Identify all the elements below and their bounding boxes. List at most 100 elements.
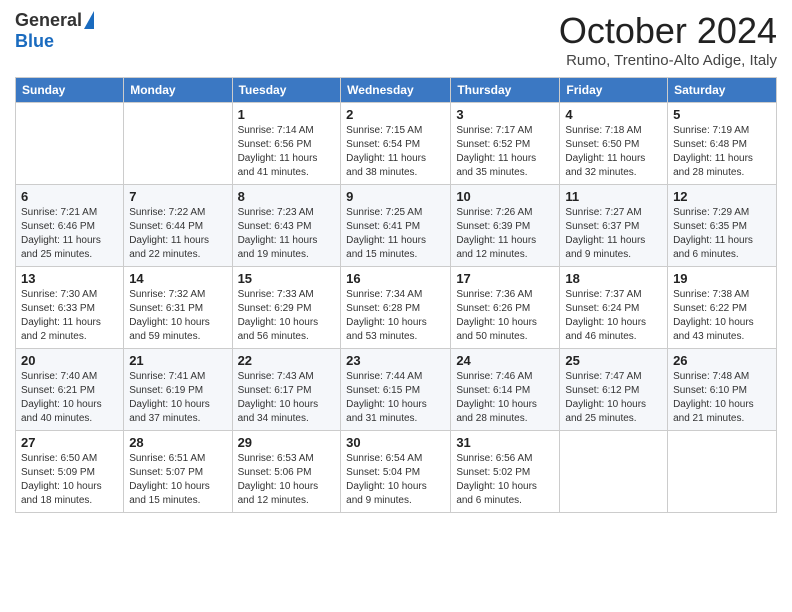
calendar-week-row: 20Sunrise: 7:40 AMSunset: 6:21 PMDayligh… [16, 349, 777, 431]
col-saturday: Saturday [668, 78, 777, 103]
col-tuesday: Tuesday [232, 78, 341, 103]
calendar-week-row: 27 Sunrise: 6:50 AMSunset: 5:09 PMDayligh… [16, 431, 777, 513]
day-number: 22 [238, 353, 336, 368]
table-row: 27 Sunrise: 6:50 AMSunset: 5:09 PMDayligh… [16, 431, 124, 513]
col-monday: Monday [124, 78, 232, 103]
table-row: 7 Sunrise: 7:22 AMSunset: 6:44 PMDaylight… [124, 185, 232, 267]
day-info: Sunrise: 7:44 AMSunset: 6:15 PMDaylight:… [346, 370, 445, 426]
table-row: 28Sunrise: 6:51 AMSunset: 5:07 PMDayligh… [124, 431, 232, 513]
day-number: 6 [21, 189, 118, 204]
day-number: 9 [346, 189, 445, 204]
table-row: 14Sunrise: 7:32 AMSunset: 6:31 PMDayligh… [124, 267, 232, 349]
day-info: Sunrise: 7:25 AMSunset: 6:41 PMDaylight:… [346, 206, 445, 262]
table-row: 9 Sunrise: 7:25 AMSunset: 6:41 PMDaylight… [341, 185, 451, 267]
day-info: Sunrise: 7:40 AMSunset: 6:21 PMDaylight:… [21, 370, 118, 426]
table-row [560, 431, 668, 513]
day-number: 19 [673, 271, 771, 286]
day-number: 10 [456, 189, 554, 204]
day-number: 11 [565, 189, 662, 204]
day-number: 5 [673, 107, 771, 122]
header: General Blue October 2024 Rumo, Trentino… [15, 10, 777, 69]
day-info: Sunrise: 7:27 AMSunset: 6:37 PMDaylight:… [565, 206, 662, 262]
day-info: Sunrise: 7:17 AMSunset: 6:52 PMDaylight:… [456, 124, 554, 180]
day-info: Sunrise: 7:30 AMSunset: 6:33 PMDaylight:… [21, 288, 118, 344]
day-info: Sunrise: 7:37 AMSunset: 6:24 PMDaylight:… [565, 288, 662, 344]
table-row [124, 103, 232, 185]
day-info: Sunrise: 6:50 AMSunset: 5:09 PMDaylight:… [21, 452, 118, 508]
table-row [668, 431, 777, 513]
table-row: 1 Sunrise: 7:14 AMSunset: 6:56 PMDaylight… [232, 103, 341, 185]
col-thursday: Thursday [451, 78, 560, 103]
day-info: Sunrise: 7:23 AMSunset: 6:43 PMDaylight:… [238, 206, 336, 262]
logo: General Blue [15, 10, 94, 52]
table-row: 4Sunrise: 7:18 AMSunset: 6:50 PMDaylight… [560, 103, 668, 185]
table-row: 6 Sunrise: 7:21 AMSunset: 6:46 PMDaylight… [16, 185, 124, 267]
day-info: Sunrise: 7:22 AMSunset: 6:44 PMDaylight:… [129, 206, 226, 262]
logo-general-text: General [15, 10, 82, 31]
day-info: Sunrise: 7:19 AMSunset: 6:48 PMDaylight:… [673, 124, 771, 180]
day-info: Sunrise: 7:34 AMSunset: 6:28 PMDaylight:… [346, 288, 445, 344]
col-wednesday: Wednesday [341, 78, 451, 103]
day-number: 21 [129, 353, 226, 368]
day-number: 18 [565, 271, 662, 286]
table-row [16, 103, 124, 185]
table-row: 10 Sunrise: 7:26 AMSunset: 6:39 PMDayligh… [451, 185, 560, 267]
day-info: Sunrise: 7:33 AMSunset: 6:29 PMDaylight:… [238, 288, 336, 344]
table-row: 25 Sunrise: 7:47 AMSunset: 6:12 PMDayligh… [560, 349, 668, 431]
day-info: Sunrise: 7:14 AMSunset: 6:56 PMDaylight:… [238, 124, 336, 180]
page: General Blue October 2024 Rumo, Trentino… [0, 0, 792, 523]
day-number: 23 [346, 353, 445, 368]
day-number: 29 [238, 435, 336, 450]
logo-blue-text: Blue [15, 31, 54, 52]
day-info: Sunrise: 6:54 AMSunset: 5:04 PMDaylight:… [346, 452, 445, 508]
day-info: Sunrise: 7:36 AMSunset: 6:26 PMDaylight:… [456, 288, 554, 344]
day-info: Sunrise: 7:38 AMSunset: 6:22 PMDaylight:… [673, 288, 771, 344]
day-number: 16 [346, 271, 445, 286]
table-row: 17 Sunrise: 7:36 AMSunset: 6:26 PMDayligh… [451, 267, 560, 349]
day-number: 31 [456, 435, 554, 450]
day-number: 7 [129, 189, 226, 204]
day-number: 24 [456, 353, 554, 368]
day-number: 13 [21, 271, 118, 286]
table-row: 22 Sunrise: 7:43 AMSunset: 6:17 PMDayligh… [232, 349, 341, 431]
table-row: 23 Sunrise: 7:44 AMSunset: 6:15 PMDayligh… [341, 349, 451, 431]
day-number: 28 [129, 435, 226, 450]
table-row: 8 Sunrise: 7:23 AMSunset: 6:43 PMDaylight… [232, 185, 341, 267]
table-row: 19 Sunrise: 7:38 AMSunset: 6:22 PMDayligh… [668, 267, 777, 349]
location-subtitle: Rumo, Trentino-Alto Adige, Italy [559, 52, 777, 69]
day-number: 27 [21, 435, 118, 450]
day-number: 17 [456, 271, 554, 286]
calendar-week-row: 6 Sunrise: 7:21 AMSunset: 6:46 PMDaylight… [16, 185, 777, 267]
day-info: Sunrise: 7:21 AMSunset: 6:46 PMDaylight:… [21, 206, 118, 262]
day-info: Sunrise: 7:32 AMSunset: 6:31 PMDaylight:… [129, 288, 226, 344]
day-info: Sunrise: 6:53 AMSunset: 5:06 PMDaylight:… [238, 452, 336, 508]
day-info: Sunrise: 7:46 AMSunset: 6:14 PMDaylight:… [456, 370, 554, 426]
table-row: 30 Sunrise: 6:54 AMSunset: 5:04 PMDayligh… [341, 431, 451, 513]
day-number: 25 [565, 353, 662, 368]
table-row: 31 Sunrise: 6:56 AMSunset: 5:02 PMDayligh… [451, 431, 560, 513]
day-info: Sunrise: 7:47 AMSunset: 6:12 PMDaylight:… [565, 370, 662, 426]
table-row: 5 Sunrise: 7:19 AMSunset: 6:48 PMDaylight… [668, 103, 777, 185]
day-info: Sunrise: 7:48 AMSunset: 6:10 PMDaylight:… [673, 370, 771, 426]
day-number: 26 [673, 353, 771, 368]
day-number: 3 [456, 107, 554, 122]
calendar-header-row: Sunday Monday Tuesday Wednesday Thursday… [16, 78, 777, 103]
day-number: 12 [673, 189, 771, 204]
table-row: 3 Sunrise: 7:17 AMSunset: 6:52 PMDaylight… [451, 103, 560, 185]
table-row: 29 Sunrise: 6:53 AMSunset: 5:06 PMDayligh… [232, 431, 341, 513]
table-row: 13 Sunrise: 7:30 AMSunset: 6:33 PMDayligh… [16, 267, 124, 349]
col-friday: Friday [560, 78, 668, 103]
day-info: Sunrise: 7:26 AMSunset: 6:39 PMDaylight:… [456, 206, 554, 262]
day-number: 1 [238, 107, 336, 122]
day-number: 4 [565, 107, 662, 122]
day-number: 8 [238, 189, 336, 204]
logo-triangle-icon [84, 11, 94, 29]
day-number: 30 [346, 435, 445, 450]
day-number: 15 [238, 271, 336, 286]
day-info: Sunrise: 7:41 AMSunset: 6:19 PMDaylight:… [129, 370, 226, 426]
table-row: 2Sunrise: 7:15 AMSunset: 6:54 PMDaylight… [341, 103, 451, 185]
table-row: 16 Sunrise: 7:34 AMSunset: 6:28 PMDayligh… [341, 267, 451, 349]
day-info: Sunrise: 6:56 AMSunset: 5:02 PMDaylight:… [456, 452, 554, 508]
day-info: Sunrise: 7:43 AMSunset: 6:17 PMDaylight:… [238, 370, 336, 426]
table-row: 12Sunrise: 7:29 AMSunset: 6:35 PMDayligh… [668, 185, 777, 267]
